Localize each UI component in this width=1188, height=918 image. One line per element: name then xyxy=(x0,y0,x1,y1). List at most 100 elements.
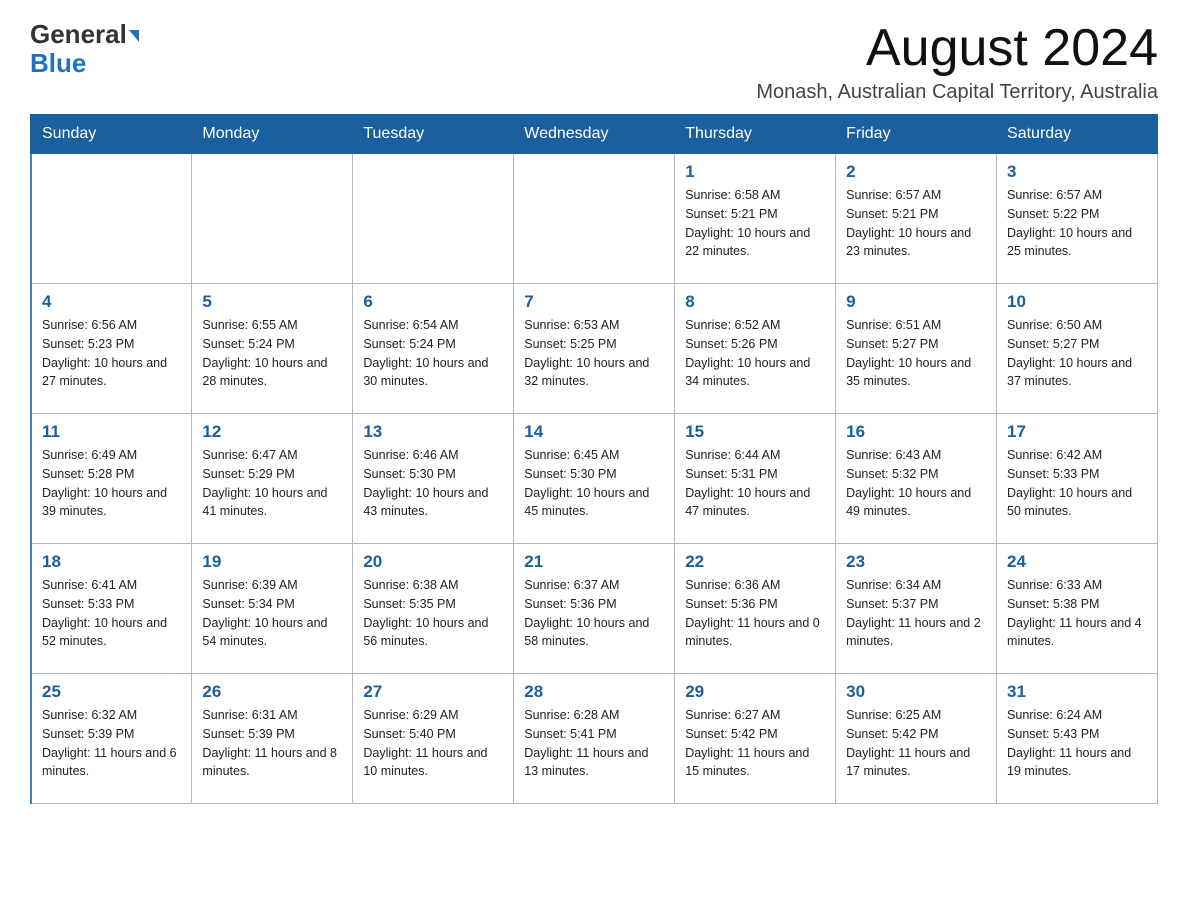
day-number: 7 xyxy=(524,292,664,312)
day-info: Sunrise: 6:52 AM Sunset: 5:26 PM Dayligh… xyxy=(685,316,825,391)
day-info: Sunrise: 6:46 AM Sunset: 5:30 PM Dayligh… xyxy=(363,446,503,521)
day-number: 15 xyxy=(685,422,825,442)
day-number: 30 xyxy=(846,682,986,702)
calendar-cell: 14 Sunrise: 6:45 AM Sunset: 5:30 PM Dayli… xyxy=(514,414,675,544)
calendar-cell: 10Sunrise: 6:50 AM Sunset: 5:27 PM Dayli… xyxy=(997,284,1158,414)
day-info: Sunrise: 6:27 AM Sunset: 5:42 PM Dayligh… xyxy=(685,706,825,781)
calendar-cell: 20 Sunrise: 6:38 AM Sunset: 5:35 PM Dayli… xyxy=(353,544,514,674)
calendar-cell: 31 Sunrise: 6:24 AM Sunset: 5:43 PM Dayli… xyxy=(997,674,1158,804)
calendar-week-4: 18 Sunrise: 6:41 AM Sunset: 5:33 PM Dayli… xyxy=(31,544,1158,674)
day-info: Sunrise: 6:36 AM Sunset: 5:36 PM Dayligh… xyxy=(685,576,825,651)
calendar-cell: 6 Sunrise: 6:54 AM Sunset: 5:24 PM Daylig… xyxy=(353,284,514,414)
calendar-header-row: SundayMondayTuesdayWednesdayThursdayFrid… xyxy=(31,115,1158,154)
calendar-cell: 18 Sunrise: 6:41 AM Sunset: 5:33 PM Dayli… xyxy=(31,544,192,674)
calendar-cell: 28 Sunrise: 6:28 AM Sunset: 5:41 PM Dayli… xyxy=(514,674,675,804)
calendar-cell: 24 Sunrise: 6:33 AM Sunset: 5:38 PM Dayli… xyxy=(997,544,1158,674)
day-number: 16 xyxy=(846,422,986,442)
calendar-cell: 2 Sunrise: 6:57 AM Sunset: 5:21 PM Daylig… xyxy=(836,154,997,284)
column-header-wednesday: Wednesday xyxy=(514,115,675,154)
day-info: Sunrise: 6:53 AM Sunset: 5:25 PM Dayligh… xyxy=(524,316,664,391)
calendar-week-3: 11 Sunrise: 6:49 AM Sunset: 5:28 PM Dayli… xyxy=(31,414,1158,544)
day-info: Sunrise: 6:51 AM Sunset: 5:27 PM Dayligh… xyxy=(846,316,986,391)
page-header: General Blue August 2024 Monash, Austral… xyxy=(30,20,1158,104)
calendar-cell: 29 Sunrise: 6:27 AM Sunset: 5:42 PM Dayli… xyxy=(675,674,836,804)
column-header-saturday: Saturday xyxy=(997,115,1158,154)
calendar-cell: 17 Sunrise: 6:42 AM Sunset: 5:33 PM Dayli… xyxy=(997,414,1158,544)
day-info: Sunrise: 6:56 AM Sunset: 5:23 PM Dayligh… xyxy=(42,316,181,391)
day-number: 17 xyxy=(1007,422,1147,442)
calendar-week-5: 25 Sunrise: 6:32 AM Sunset: 5:39 PM Dayli… xyxy=(31,674,1158,804)
column-header-friday: Friday xyxy=(836,115,997,154)
column-header-tuesday: Tuesday xyxy=(353,115,514,154)
day-number: 3 xyxy=(1007,162,1147,182)
day-number: 22 xyxy=(685,552,825,572)
logo-triangle-icon xyxy=(129,30,139,42)
day-info: Sunrise: 6:33 AM Sunset: 5:38 PM Dayligh… xyxy=(1007,576,1147,651)
day-info: Sunrise: 6:44 AM Sunset: 5:31 PM Dayligh… xyxy=(685,446,825,521)
day-info: Sunrise: 6:24 AM Sunset: 5:43 PM Dayligh… xyxy=(1007,706,1147,781)
calendar-cell: 13 Sunrise: 6:46 AM Sunset: 5:30 PM Dayli… xyxy=(353,414,514,544)
calendar-cell: 26Sunrise: 6:31 AM Sunset: 5:39 PM Dayli… xyxy=(192,674,353,804)
day-number: 14 xyxy=(524,422,664,442)
day-info: Sunrise: 6:45 AM Sunset: 5:30 PM Dayligh… xyxy=(524,446,664,521)
day-number: 25 xyxy=(42,682,181,702)
calendar-cell: 30 Sunrise: 6:25 AM Sunset: 5:42 PM Dayli… xyxy=(836,674,997,804)
day-number: 20 xyxy=(363,552,503,572)
day-number: 4 xyxy=(42,292,181,312)
day-number: 10 xyxy=(1007,292,1147,312)
calendar-cell: 5 Sunrise: 6:55 AM Sunset: 5:24 PM Daylig… xyxy=(192,284,353,414)
calendar-cell: 8 Sunrise: 6:52 AM Sunset: 5:26 PM Daylig… xyxy=(675,284,836,414)
calendar-cell: 23 Sunrise: 6:34 AM Sunset: 5:37 PM Dayli… xyxy=(836,544,997,674)
calendar-cell: 22 Sunrise: 6:36 AM Sunset: 5:36 PM Dayli… xyxy=(675,544,836,674)
calendar-cell: 21Sunrise: 6:37 AM Sunset: 5:36 PM Dayli… xyxy=(514,544,675,674)
calendar-cell xyxy=(353,154,514,284)
day-number: 31 xyxy=(1007,682,1147,702)
day-number: 23 xyxy=(846,552,986,572)
column-header-monday: Monday xyxy=(192,115,353,154)
day-info: Sunrise: 6:57 AM Sunset: 5:21 PM Dayligh… xyxy=(846,186,986,261)
day-number: 5 xyxy=(202,292,342,312)
day-info: Sunrise: 6:39 AM Sunset: 5:34 PM Dayligh… xyxy=(202,576,342,651)
day-number: 2 xyxy=(846,162,986,182)
column-header-thursday: Thursday xyxy=(675,115,836,154)
day-info: Sunrise: 6:29 AM Sunset: 5:40 PM Dayligh… xyxy=(363,706,503,781)
day-info: Sunrise: 6:32 AM Sunset: 5:39 PM Dayligh… xyxy=(42,706,181,781)
calendar-cell: 25 Sunrise: 6:32 AM Sunset: 5:39 PM Dayli… xyxy=(31,674,192,804)
day-info: Sunrise: 6:47 AM Sunset: 5:29 PM Dayligh… xyxy=(202,446,342,521)
day-info: Sunrise: 6:55 AM Sunset: 5:24 PM Dayligh… xyxy=(202,316,342,391)
day-number: 18 xyxy=(42,552,181,572)
day-number: 24 xyxy=(1007,552,1147,572)
day-info: Sunrise: 6:25 AM Sunset: 5:42 PM Dayligh… xyxy=(846,706,986,781)
location-title: Monash, Australian Capital Territory, Au… xyxy=(756,81,1158,104)
calendar-cell: 16Sunrise: 6:43 AM Sunset: 5:32 PM Dayli… xyxy=(836,414,997,544)
day-info: Sunrise: 6:49 AM Sunset: 5:28 PM Dayligh… xyxy=(42,446,181,521)
day-info: Sunrise: 6:34 AM Sunset: 5:37 PM Dayligh… xyxy=(846,576,986,651)
day-info: Sunrise: 6:57 AM Sunset: 5:22 PM Dayligh… xyxy=(1007,186,1147,261)
day-number: 11 xyxy=(42,422,181,442)
logo-blue: Blue xyxy=(30,48,86,78)
day-info: Sunrise: 6:58 AM Sunset: 5:21 PM Dayligh… xyxy=(685,186,825,261)
calendar-week-2: 4 Sunrise: 6:56 AM Sunset: 5:23 PM Daylig… xyxy=(31,284,1158,414)
day-info: Sunrise: 6:28 AM Sunset: 5:41 PM Dayligh… xyxy=(524,706,664,781)
calendar-cell: 11 Sunrise: 6:49 AM Sunset: 5:28 PM Dayli… xyxy=(31,414,192,544)
day-number: 6 xyxy=(363,292,503,312)
day-info: Sunrise: 6:31 AM Sunset: 5:39 PM Dayligh… xyxy=(202,706,342,781)
calendar-cell: 1Sunrise: 6:58 AM Sunset: 5:21 PM Daylig… xyxy=(675,154,836,284)
calendar-cell: 19Sunrise: 6:39 AM Sunset: 5:34 PM Dayli… xyxy=(192,544,353,674)
logo-text: General Blue xyxy=(30,20,139,77)
calendar-cell: 9Sunrise: 6:51 AM Sunset: 5:27 PM Daylig… xyxy=(836,284,997,414)
calendar-cell xyxy=(192,154,353,284)
logo: General Blue xyxy=(30,20,139,77)
day-info: Sunrise: 6:42 AM Sunset: 5:33 PM Dayligh… xyxy=(1007,446,1147,521)
day-number: 27 xyxy=(363,682,503,702)
day-info: Sunrise: 6:38 AM Sunset: 5:35 PM Dayligh… xyxy=(363,576,503,651)
day-number: 21 xyxy=(524,552,664,572)
day-number: 13 xyxy=(363,422,503,442)
day-number: 28 xyxy=(524,682,664,702)
day-info: Sunrise: 6:54 AM Sunset: 5:24 PM Dayligh… xyxy=(363,316,503,391)
day-info: Sunrise: 6:41 AM Sunset: 5:33 PM Dayligh… xyxy=(42,576,181,651)
day-number: 8 xyxy=(685,292,825,312)
calendar-week-1: 1Sunrise: 6:58 AM Sunset: 5:21 PM Daylig… xyxy=(31,154,1158,284)
day-number: 29 xyxy=(685,682,825,702)
calendar-cell: 27 Sunrise: 6:29 AM Sunset: 5:40 PM Dayli… xyxy=(353,674,514,804)
